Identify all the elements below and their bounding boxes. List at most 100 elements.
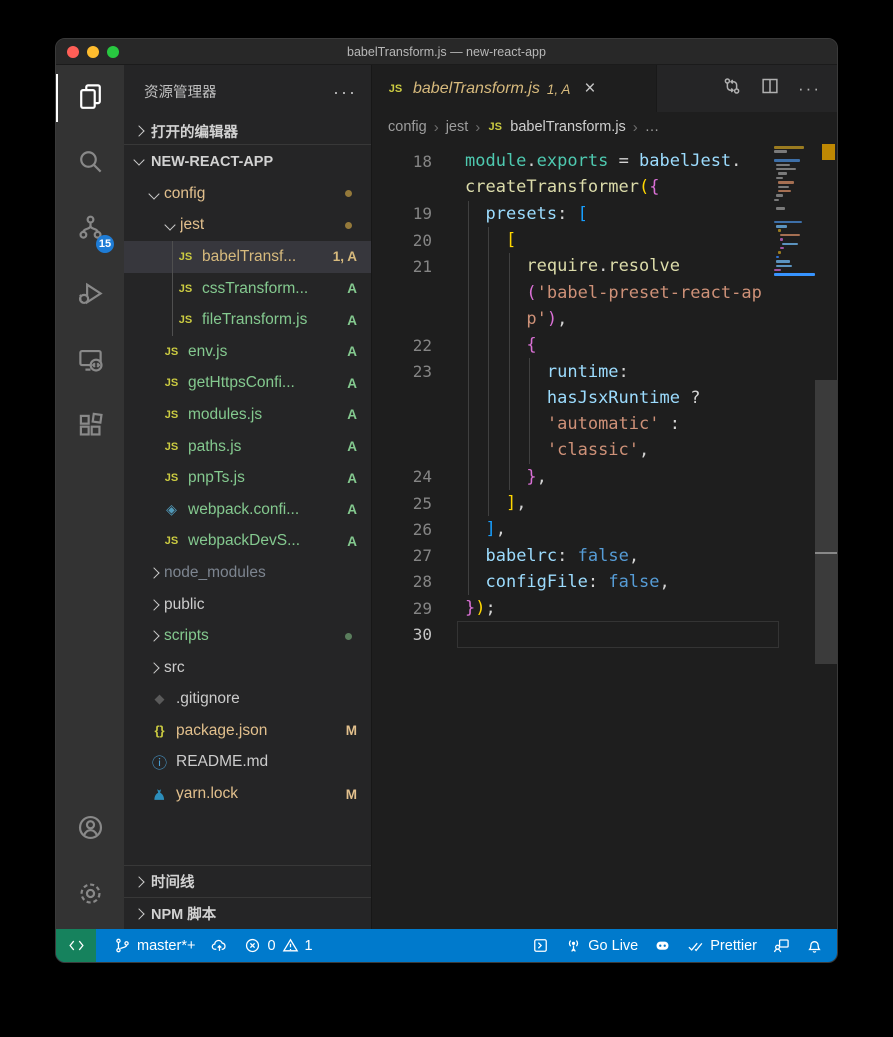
line-number: 25 — [372, 494, 432, 513]
tree-item-filetransform-js[interactable]: JSfileTransform.jsA — [124, 304, 371, 336]
js-file-icon: JS — [162, 532, 181, 551]
tab-bar: JS babelTransform.js 1, A × ··· — [372, 65, 837, 112]
code-line[interactable]: 26 ], — [372, 516, 837, 542]
more-actions-icon[interactable]: ··· — [333, 87, 357, 97]
status-item-remote[interactable] — [56, 929, 96, 962]
breadcrumb-item[interactable]: jest — [446, 119, 469, 135]
code-line[interactable]: 23 runtime: — [372, 358, 837, 384]
tree-item-readme-md[interactable]: ⓘREADME.md — [124, 747, 371, 779]
extensions-icon — [77, 412, 104, 444]
tree-item-env-js[interactable]: JSenv.jsA — [124, 336, 371, 368]
tree-item-jest[interactable]: jest — [124, 210, 371, 242]
breadcrumb-separator: › — [633, 119, 638, 136]
breadcrumb-item[interactable]: babelTransform.js — [510, 119, 626, 135]
code-area[interactable]: 18module.exports = babelJest.createTrans… — [372, 142, 837, 929]
sidebar-item-search[interactable] — [56, 131, 124, 197]
tree-item-pnpts-js[interactable]: JSpnpTs.jsA — [124, 462, 371, 494]
zoom-window-button[interactable] — [107, 46, 119, 58]
tree-item-webpack-confi-[interactable]: ◈ webpack.confi... A — [124, 494, 371, 526]
tab-problems-badge: 1, A — [547, 82, 571, 97]
webpack-file-icon: ◈ — [162, 500, 181, 519]
code-line[interactable]: p'), — [372, 306, 837, 332]
status-item-notifications[interactable] — [798, 929, 831, 962]
editor-actions: ··· — [722, 65, 837, 112]
git-status-badge: M — [346, 723, 357, 738]
code-line[interactable]: 'automatic' : — [372, 411, 837, 437]
tab-babeltransform[interactable]: JS babelTransform.js 1, A × — [372, 65, 657, 112]
git-status-badge: M — [346, 787, 357, 802]
code-line[interactable]: createTransformer({ — [372, 174, 837, 200]
close-window-button[interactable] — [67, 46, 79, 58]
sidebar-item-explorer[interactable] — [56, 65, 124, 131]
tree-item-scripts[interactable]: scripts — [124, 620, 371, 652]
breadcrumb-item[interactable]: config — [388, 119, 427, 135]
section-open-editors[interactable]: 打开的编辑器 — [124, 118, 371, 144]
overview-ruler — [815, 142, 837, 929]
tree-item-yarn-lock[interactable]: yarn.lockM — [124, 778, 371, 810]
more-actions-icon[interactable]: ··· — [798, 79, 821, 99]
status-item-go-live[interactable]: Go Live — [557, 929, 646, 962]
indent-guide — [468, 201, 469, 596]
tree-item-label: .gitignore — [176, 690, 240, 708]
account-button[interactable] — [56, 797, 124, 863]
chevron-down-icon — [133, 154, 144, 165]
tree-item-paths-js[interactable]: JSpaths.jsA — [124, 431, 371, 463]
section-npm-scripts[interactable]: NPM 脚本 — [124, 897, 371, 929]
tree-item-gethttpsconfi-[interactable]: JSgetHttpsConfi...A — [124, 368, 371, 400]
settings-button[interactable] — [56, 863, 124, 929]
minimize-window-button[interactable] — [87, 46, 99, 58]
git-status-badge: A — [347, 502, 357, 517]
code-line[interactable]: 28 configFile: false, — [372, 569, 837, 595]
scrollbar-thumb[interactable] — [815, 380, 837, 664]
sidebar-item-extensions[interactable] — [56, 395, 124, 461]
split-editor-icon[interactable] — [760, 76, 780, 101]
tree-item--gitignore[interactable]: ◆.gitignore — [124, 684, 371, 716]
code-line[interactable]: ('babel-preset-react-ap — [372, 279, 837, 305]
status-item-terminal[interactable] — [524, 929, 557, 962]
sidebar-item-source-control[interactable]: 15 — [56, 197, 124, 263]
line-number: 26 — [372, 520, 432, 539]
sidebar-item-run-debug[interactable] — [56, 263, 124, 329]
status-item-sync[interactable] — [203, 929, 236, 962]
code-line[interactable]: hasJsxRuntime ? — [372, 385, 837, 411]
code-line[interactable]: 'classic', — [372, 437, 837, 463]
person-screen-icon — [773, 937, 790, 954]
status-item-branch[interactable]: master*+ — [106, 929, 203, 962]
open-changes-icon[interactable] — [722, 76, 742, 101]
tree-item-package-json[interactable]: {}package.jsonM — [124, 715, 371, 747]
code-line[interactable]: 20 [ — [372, 227, 837, 253]
tree-item-public[interactable]: public — [124, 589, 371, 621]
close-tab-icon[interactable]: × — [584, 79, 595, 98]
tree-item-label: webpack.confi... — [188, 501, 299, 519]
code-line[interactable]: 19 presets: [ — [372, 201, 837, 227]
tree-item-node-modules[interactable]: node_modules — [124, 557, 371, 589]
code-line[interactable]: 27 babelrc: false, — [372, 542, 837, 568]
titlebar[interactable]: babelTransform.js — new-react-app — [56, 39, 837, 65]
code-line[interactable]: 18module.exports = babelJest. — [372, 148, 837, 174]
code-line[interactable]: 22 { — [372, 332, 837, 358]
breadcrumb-item[interactable]: … — [645, 119, 660, 135]
status-item-prettier[interactable]: Prettier — [679, 929, 765, 962]
line-number: 23 — [372, 362, 432, 381]
git-status-badge: A — [347, 534, 357, 549]
sidebar-item-remote-explorer[interactable] — [56, 329, 124, 395]
tree-item-babeltransf-[interactable]: JSbabelTransf...1, A — [124, 241, 371, 273]
status-item-live-share[interactable] — [765, 929, 798, 962]
tree-item-csstransform-[interactable]: JScssTransform...A — [124, 273, 371, 305]
tree-item-config[interactable]: config — [124, 178, 371, 210]
tree-item-modules-js[interactable]: JSmodules.jsA — [124, 399, 371, 431]
code-line[interactable]: 29}); — [372, 595, 837, 621]
code-line[interactable]: 24 }, — [372, 464, 837, 490]
boxed-chevron-icon — [532, 937, 549, 954]
code-line[interactable]: 21 require.resolve — [372, 253, 837, 279]
tree-item-src[interactable]: src — [124, 652, 371, 684]
tree-item-webpackdevs-[interactable]: JSwebpackDevS...A — [124, 526, 371, 558]
status-item-problems[interactable]: 01 — [236, 929, 320, 962]
status-item-copilot[interactable] — [646, 929, 679, 962]
section-timeline[interactable]: 时间线 — [124, 865, 371, 897]
section-root-folder[interactable]: NEW-REACT-APP — [124, 144, 371, 178]
code-line[interactable]: 25 ], — [372, 490, 837, 516]
minimap[interactable] — [774, 142, 815, 929]
chevron-icon — [148, 567, 159, 578]
account-icon — [77, 814, 104, 846]
